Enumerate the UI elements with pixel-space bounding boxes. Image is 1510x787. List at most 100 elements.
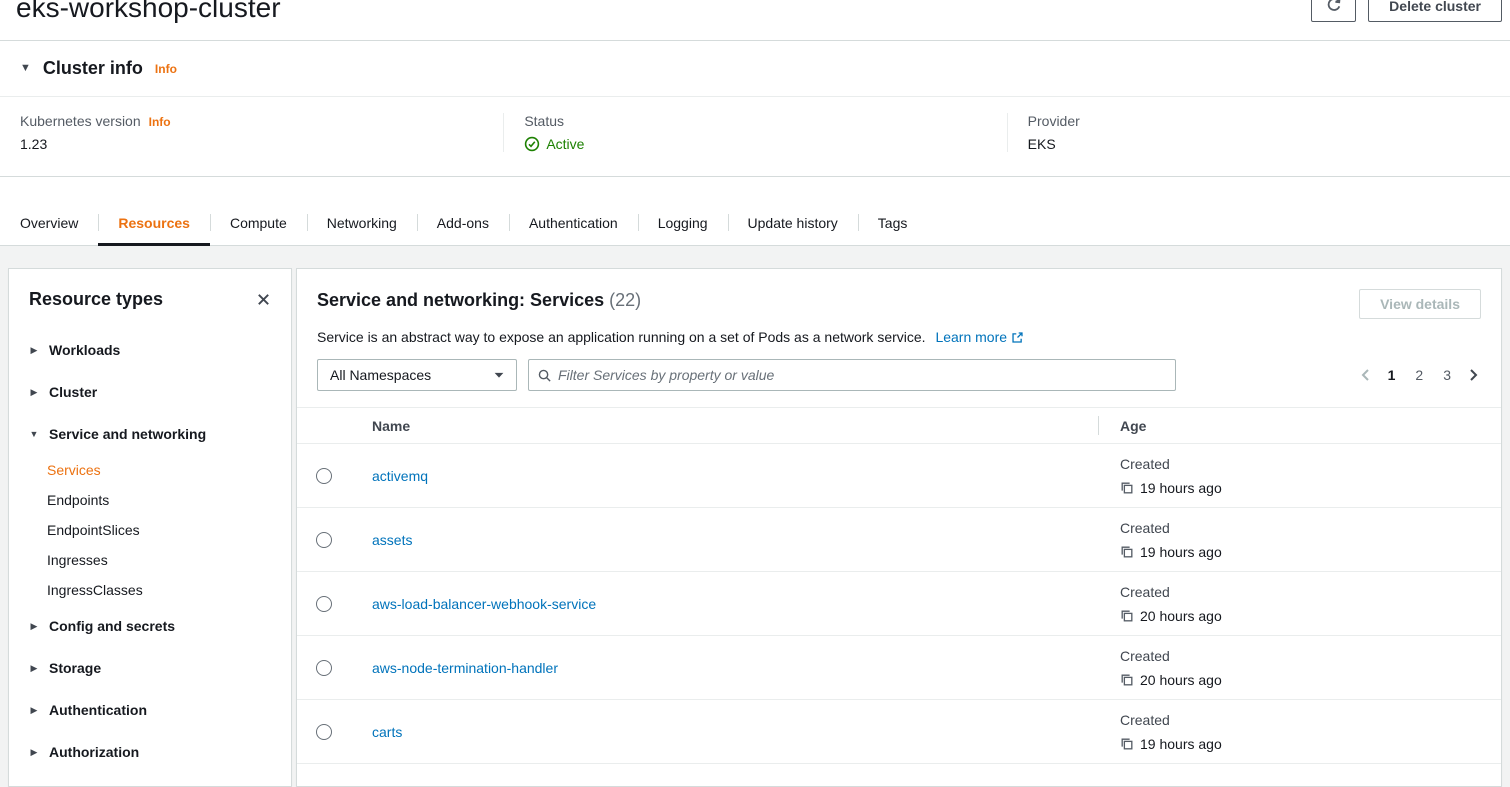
namespace-select[interactable]: All Namespaces	[317, 359, 517, 391]
tree-child-ingressclasses[interactable]: IngressClasses	[47, 575, 271, 605]
search-input[interactable]	[558, 367, 1167, 383]
pagination: 123	[1358, 367, 1481, 383]
tab-overview[interactable]: Overview	[0, 200, 98, 245]
tree-item-label: Config and secrets	[49, 616, 175, 636]
delete-cluster-button[interactable]: Delete cluster	[1368, 0, 1502, 22]
row-radio[interactable]	[316, 724, 332, 740]
pagination-pages: 123	[1386, 367, 1453, 383]
tab-tags[interactable]: Tags	[858, 200, 928, 245]
external-link-icon	[1011, 331, 1024, 344]
copy-icon[interactable]	[1120, 545, 1134, 559]
tree-item-label: Cluster	[49, 382, 97, 402]
provider-value: EKS	[1028, 136, 1490, 152]
age-value: 20 hours ago	[1140, 670, 1222, 690]
service-name-link[interactable]: aws-load-balancer-webhook-service	[372, 596, 596, 612]
tree-item-label: Storage	[49, 658, 101, 678]
copy-icon[interactable]	[1120, 673, 1134, 687]
age-cell: Created 20 hours ago	[1098, 582, 1501, 626]
age-value: 19 hours ago	[1140, 734, 1222, 754]
tree-item-authentication[interactable]: ▶Authentication	[29, 689, 271, 731]
row-radio[interactable]	[316, 532, 332, 548]
tree-children: ServicesEndpointsEndpointSlicesIngresses…	[29, 455, 271, 605]
services-panel-header: Service and networking: Services (22) Vi…	[297, 289, 1501, 319]
tree-child-services[interactable]: Services	[47, 455, 271, 485]
services-description: Service is an abstract way to expose an …	[297, 327, 1501, 347]
tab-logging[interactable]: Logging	[638, 200, 728, 245]
copy-icon[interactable]	[1120, 481, 1134, 495]
pagination-prev-button[interactable]	[1358, 367, 1374, 383]
caret-right-icon: ▶	[29, 658, 39, 678]
page-header: eks-workshop-cluster Delete cluster	[0, 0, 1510, 36]
service-name-link[interactable]: activemq	[372, 468, 428, 484]
row-radio[interactable]	[316, 596, 332, 612]
tree-item-authorization[interactable]: ▶Authorization	[29, 731, 271, 773]
close-icon[interactable]	[256, 292, 271, 307]
table-header: Name Age	[297, 407, 1501, 444]
services-title-text: Service and networking: Services	[317, 290, 604, 310]
pagination-page-3[interactable]: 3	[1441, 367, 1453, 383]
search-box	[528, 359, 1176, 391]
pagination-next-button[interactable]	[1465, 367, 1481, 383]
kubernetes-version-value: 1.23	[20, 136, 483, 152]
tree-child-ingresses[interactable]: Ingresses	[47, 545, 271, 575]
cluster-info-info-link[interactable]: Info	[155, 62, 177, 76]
copy-icon[interactable]	[1120, 609, 1134, 623]
tab-authentication[interactable]: Authentication	[509, 200, 638, 245]
view-details-button[interactable]: View details	[1359, 289, 1481, 319]
pagination-page-2[interactable]: 2	[1413, 367, 1425, 383]
service-name-link[interactable]: aws-node-termination-handler	[372, 660, 558, 676]
services-table: Name Age activemqCreated19 hours agoasse…	[297, 407, 1501, 787]
tab-compute[interactable]: Compute	[210, 200, 307, 245]
tab-networking[interactable]: Networking	[307, 200, 417, 245]
caret-right-icon: ▶	[29, 616, 39, 636]
row-radio[interactable]	[316, 468, 332, 484]
created-label: Created	[1120, 518, 1501, 538]
resource-types-panel: Resource types ▶Workloads▶Cluster▼Servic…	[8, 268, 292, 787]
age-cell: Created19 hours ago	[1098, 454, 1501, 498]
tree-item-cluster[interactable]: ▶ Cluster	[29, 371, 271, 413]
tree-child-endpoints[interactable]: Endpoints	[47, 485, 271, 515]
age-cell: Created19 hours ago	[1098, 710, 1501, 754]
table-row: aws-node-termination-handlerCreated20 ho…	[297, 636, 1501, 700]
tree-item-label: Workloads	[49, 340, 120, 360]
tree-item-storage[interactable]: ▶ Storage	[29, 647, 271, 689]
collapse-caret-icon[interactable]: ▼	[20, 63, 31, 74]
tree-item-label: Service and networking	[49, 424, 206, 444]
tree-item-service-and-networking[interactable]: ▼Service and networking	[29, 413, 271, 455]
tree-item-config-and-secrets[interactable]: ▶ Config and secrets	[29, 605, 271, 647]
row-radio[interactable]	[316, 660, 332, 676]
check-circle-icon	[524, 136, 540, 152]
age-value: 20 hours ago	[1140, 606, 1222, 626]
service-name-link[interactable]: carts	[372, 724, 402, 740]
column-header-name: Name	[351, 418, 1098, 434]
tab-add-ons[interactable]: Add-ons	[417, 200, 509, 245]
refresh-button[interactable]	[1311, 0, 1356, 22]
status-value: Active	[546, 136, 584, 152]
tab-update-history[interactable]: Update history	[728, 200, 858, 245]
content-area: Resource types ▶Workloads▶Cluster▼Servic…	[0, 246, 1510, 787]
field-label: Status	[524, 113, 564, 129]
service-name-link[interactable]: assets	[372, 532, 412, 548]
kubernetes-version-info-link[interactable]: Info	[149, 115, 171, 129]
table-row: activemq Created19 hours ago	[297, 444, 1501, 508]
services-panel: Service and networking: Services (22) Vi…	[296, 268, 1502, 787]
created-label: Created	[1120, 582, 1501, 602]
services-count: (22)	[609, 290, 641, 310]
tab-bar: OverviewResourcesComputeNetworkingAdd-on…	[0, 200, 1510, 246]
caret-right-icon: ▶	[29, 340, 39, 360]
namespace-select-value: All Namespaces	[330, 367, 431, 383]
table-row: Created	[297, 764, 1501, 787]
copy-icon[interactable]	[1120, 737, 1134, 751]
cluster-info-section: ▼ Cluster info Info Kubernetes version I…	[0, 40, 1510, 177]
refresh-icon	[1326, 0, 1342, 16]
filter-row: All Namespaces 123	[297, 359, 1501, 391]
tree-item-label: Authentication	[49, 700, 147, 720]
tree-item-workloads[interactable]: ▶ Workloads	[29, 329, 271, 371]
description-text: Service is an abstract way to expose an …	[317, 329, 926, 345]
age-cell: Created19 hours ago	[1098, 518, 1501, 562]
tab-resources[interactable]: Resources	[98, 200, 210, 245]
caret-right-icon: ▶	[29, 382, 39, 402]
learn-more-link[interactable]: Learn more	[935, 329, 1024, 345]
pagination-page-1[interactable]: 1	[1386, 367, 1398, 383]
tree-child-endpointslices[interactable]: EndpointSlices	[47, 515, 271, 545]
